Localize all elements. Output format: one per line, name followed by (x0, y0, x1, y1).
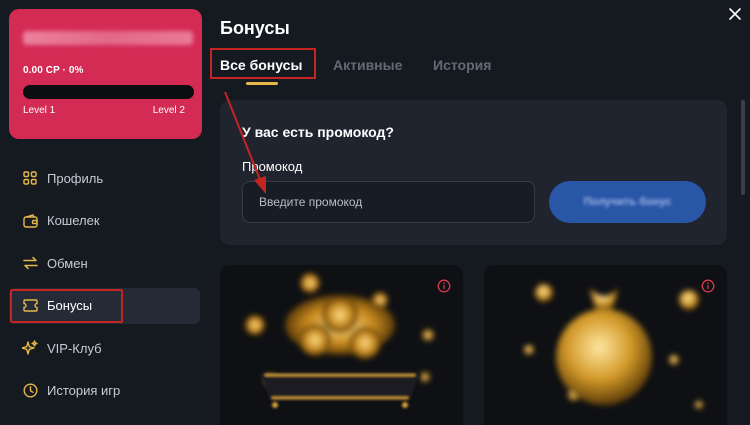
blurred-username (23, 31, 193, 45)
gold-coins-tray-image (245, 273, 434, 408)
promo-title: У вас есть промокод? (242, 124, 394, 140)
promo-label: Промокод (242, 159, 303, 174)
sidebar-item-wallet[interactable]: Кошелек (9, 203, 200, 239)
bonus-tabs: Все бонусы Активные История (210, 48, 540, 88)
sidebar-item-vip-club[interactable]: VIP-Клуб (9, 330, 200, 366)
info-icon[interactable] (701, 279, 715, 293)
level-from: Level 1 (23, 105, 56, 116)
sidebar-item-exchange[interactable]: Обмен (9, 245, 200, 281)
sidebar-item-label: История игр (47, 383, 121, 399)
level-to: Level 2 (152, 105, 185, 116)
close-icon[interactable] (727, 6, 743, 22)
sidebar-item-game-history[interactable]: История игр (9, 373, 200, 409)
active-tab-underline (246, 82, 278, 85)
sidebar-item-label: Бонусы (47, 298, 93, 314)
sidebar-item-label: Профиль (47, 170, 104, 186)
level-card: 0.00 CP · 0% Level 1 Level 2 (9, 9, 202, 139)
bonus-card-gold-coins-tray[interactable] (220, 265, 463, 425)
ticket-icon (21, 297, 39, 315)
get-bonus-label: Получить бонус (583, 196, 672, 208)
wallet-icon (21, 212, 39, 230)
gold-money-bag-image (524, 284, 703, 409)
tab-history[interactable]: История (433, 57, 491, 73)
sidebar: 0.00 CP · 0% Level 1 Level 2 Профиль Кош… (0, 0, 210, 425)
history-icon (21, 382, 39, 400)
sidebar-menu: Профиль Кошелек Обмен Бонусы VIP-Клуб Ис… (9, 160, 200, 416)
get-bonus-button[interactable]: Получить бонус (549, 181, 706, 223)
page-title: Бонусы (220, 18, 290, 38)
sidebar-item-profile[interactable]: Профиль (9, 160, 200, 196)
level-progress-bar (23, 85, 194, 99)
promo-code-card: У вас есть промокод? Промокод Получить б… (220, 100, 727, 245)
cp-progress-text: 0.00 CP · 0% (23, 65, 84, 76)
tab-active[interactable]: Активные (333, 57, 402, 73)
scrollbar[interactable] (741, 100, 745, 195)
profile-grid-icon (21, 169, 39, 187)
promo-code-input[interactable] (242, 181, 535, 223)
sidebar-item-bonuses[interactable]: Бонусы (9, 287, 200, 324)
sidebar-item-label: Кошелек (47, 213, 100, 229)
highlight-box (210, 48, 316, 79)
sidebar-item-label: Обмен (47, 255, 88, 271)
info-icon[interactable] (437, 279, 451, 293)
sidebar-item-label: VIP-Клуб (47, 340, 102, 356)
exchange-icon (21, 254, 39, 272)
sparkle-icon (21, 339, 39, 357)
bonus-card-gold-money-bag[interactable] (484, 265, 727, 425)
main-content: Бонусы Все бонусы Активные История У вас… (210, 0, 750, 425)
